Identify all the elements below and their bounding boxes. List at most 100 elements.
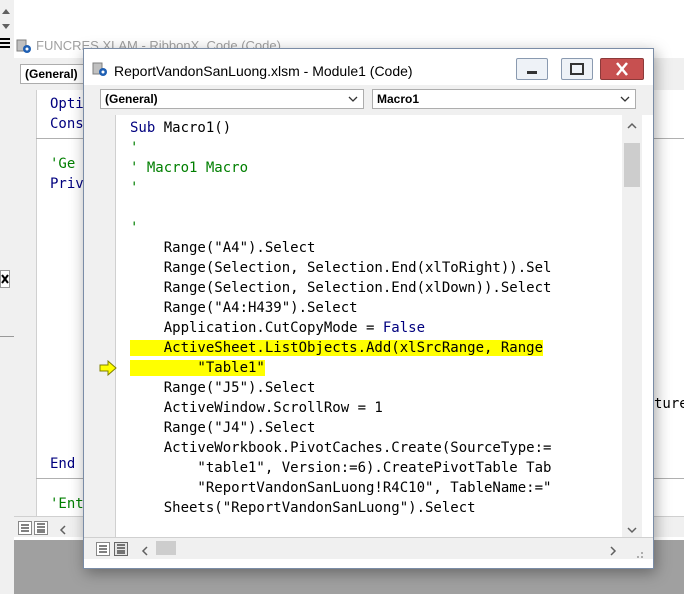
procedure-view-icon[interactable]	[18, 520, 32, 535]
scroll-right-icon[interactable]	[608, 542, 618, 556]
code-comment: '	[130, 220, 139, 236]
code-text: "table1", Version:=6).CreatePivotTable T…	[130, 460, 552, 476]
scroll-up-icon[interactable]	[626, 117, 638, 129]
code-line-content: Application.CutCopyMode = False	[130, 320, 425, 336]
code-editor[interactable]: Sub Macro1() ' ' Macro1 Macro ' ' Range("A4"…	[118, 115, 622, 537]
code-text: ActiveWindow.ScrollRow = 1	[130, 400, 383, 416]
menu-lines-icon[interactable]	[0, 34, 10, 48]
minimize-button[interactable]	[516, 58, 548, 80]
code-line-content: Range("A4:H439").Select	[130, 300, 358, 316]
background-end-line: End	[50, 456, 76, 472]
code-line-content: Range(Selection, Selection.End(xlToRight…	[130, 260, 552, 276]
code-line[interactable]: Range(Selection, Selection.End(xlDown)).…	[130, 278, 622, 298]
code-line[interactable]	[130, 198, 622, 218]
code-line-content: "Table1"	[130, 360, 265, 376]
maximize-button[interactable]	[561, 58, 593, 80]
bottom-bar	[84, 537, 653, 559]
code-text: Range(Selection, Selection.End(xlToRight…	[130, 260, 552, 276]
code-line[interactable]: Sub Macro1()	[130, 118, 622, 138]
full-module-view-icon[interactable]	[34, 520, 48, 535]
scroll-down-icon[interactable]	[626, 521, 638, 534]
code-line-content: "table1", Version:=6).CreatePivotTable T…	[130, 460, 551, 476]
chevron-down-icon	[620, 96, 630, 102]
code-line[interactable]: '	[130, 218, 622, 238]
full-module-view-icon[interactable]	[114, 541, 128, 556]
code-line-content: ' Macro1 Macro	[130, 160, 248, 176]
code-lines: Sub Macro1() ' ' Macro1 Macro ' ' Range("A4"…	[130, 118, 622, 518]
code-line[interactable]: Application.CutCopyMode = False	[130, 318, 622, 338]
procedure-combo[interactable]: Macro1	[372, 89, 636, 109]
vertical-scrollbar[interactable]	[622, 115, 642, 537]
code-line[interactable]: Range("A4:H439").Select	[130, 298, 622, 318]
divider	[0, 336, 14, 337]
code-text: "Table1"	[130, 360, 265, 376]
code-line[interactable]: ActiveWindow.ScrollRow = 1	[130, 398, 622, 418]
object-combo[interactable]: (General)	[100, 89, 364, 109]
code-comment: ' Macro1 Macro	[130, 160, 249, 176]
code-line[interactable]: Range("J4").Select	[130, 418, 622, 438]
code-line-content: Sub Macro1()	[130, 120, 231, 136]
code-line-content: ActiveSheet.ListObjects.Add(xlSrcRange, …	[130, 340, 544, 356]
background-code-line: Cons	[50, 116, 84, 132]
code-text: ActiveWorkbook.PivotCaches.Create(Source…	[130, 440, 552, 456]
code-text: Range(Selection, Selection.End(xlDown)).…	[130, 280, 552, 296]
code-line-content: Sheets("ReportVandonSanLuong").Select	[130, 500, 476, 516]
code-line-content: ActiveWindow.ScrollRow = 1	[130, 400, 383, 416]
vba-module-icon	[16, 38, 32, 54]
code-line-content: Range("J4").Select	[130, 420, 316, 436]
code-line[interactable]: Range(Selection, Selection.End(xlToRight…	[130, 258, 622, 278]
procedure-combo-value: Macro1	[377, 92, 420, 106]
code-text: Range("J5").Select	[130, 380, 316, 396]
size-grip-icon[interactable]	[632, 544, 644, 558]
code-keyword: Sub	[130, 120, 164, 136]
code-line[interactable]: '	[130, 178, 622, 198]
scroll-left-icon[interactable]	[58, 521, 68, 535]
code-text: Sheets("ReportVandonSanLuong").Select	[130, 500, 476, 516]
code-line[interactable]: '	[130, 138, 622, 158]
background-right-fragment: ture	[654, 396, 684, 412]
code-line[interactable]: ' Macro1 Macro	[130, 158, 622, 178]
vba-module-icon	[92, 61, 108, 77]
code-line[interactable]: Sheets("ReportVandonSanLuong").Select	[130, 498, 622, 518]
highlighted-code-line[interactable]: "Table1"	[130, 358, 622, 378]
scroll-up-icon[interactable]	[2, 2, 10, 14]
code-comment: '	[130, 180, 139, 196]
highlighted-code-line[interactable]: ActiveSheet.ListObjects.Add(xlSrcRange, …	[130, 338, 622, 358]
code-line[interactable]: "table1", Version:=6).CreatePivotTable T…	[130, 458, 622, 478]
code-text: Range("J4").Select	[130, 420, 316, 436]
chevron-down-icon	[348, 96, 358, 102]
background-object-combo[interactable]: (General)	[20, 64, 90, 84]
close-icon[interactable]	[0, 270, 10, 288]
execution-point-arrow-icon	[99, 359, 117, 377]
scroll-left-icon[interactable]	[140, 542, 150, 556]
code-text: "ReportVandonSanLuong!R4C10", TableName:…	[130, 480, 552, 496]
background-margin-bar	[14, 90, 37, 516]
code-line[interactable]: Range("A4").Select	[130, 238, 622, 258]
code-line-content: Range("A4").Select	[130, 240, 316, 256]
procedure-view-icon[interactable]	[96, 541, 110, 556]
horizontal-scrollbar-thumb[interactable]	[156, 541, 176, 555]
code-line-content: "ReportVandonSanLuong!R4C10", TableName:…	[130, 480, 551, 496]
background-code-line: Opti	[50, 96, 84, 112]
code-text: Application.CutCopyMode =	[130, 320, 383, 336]
code-comment: '	[130, 140, 139, 156]
code-line-content: ActiveWorkbook.PivotCaches.Create(Source…	[130, 440, 552, 456]
code-text: Range("A4").Select	[130, 240, 316, 256]
object-combo-value: (General)	[105, 92, 158, 106]
scroll-down-icon[interactable]	[2, 16, 10, 29]
code-keyword: False	[382, 320, 426, 336]
close-button[interactable]	[600, 58, 644, 80]
margin-indicator-bar[interactable]	[84, 115, 116, 537]
background-code-line: 'Ge	[50, 156, 76, 172]
code-line-content: '	[130, 140, 138, 156]
code-line-content: '	[130, 220, 138, 236]
background-last-line: 'Ent	[50, 496, 84, 512]
code-line[interactable]: ActiveWorkbook.PivotCaches.Create(Source…	[130, 438, 622, 458]
scrollbar-thumb[interactable]	[624, 143, 640, 187]
code-line[interactable]: Range("J5").Select	[130, 378, 622, 398]
code-text: Macro1()	[163, 120, 232, 136]
background-object-combo-value: (General)	[25, 67, 78, 81]
code-line-content: Range("J5").Select	[130, 380, 316, 396]
code-line[interactable]: "ReportVandonSanLuong!R4C10", TableName:…	[130, 478, 622, 498]
code-line-content: '	[130, 180, 138, 196]
